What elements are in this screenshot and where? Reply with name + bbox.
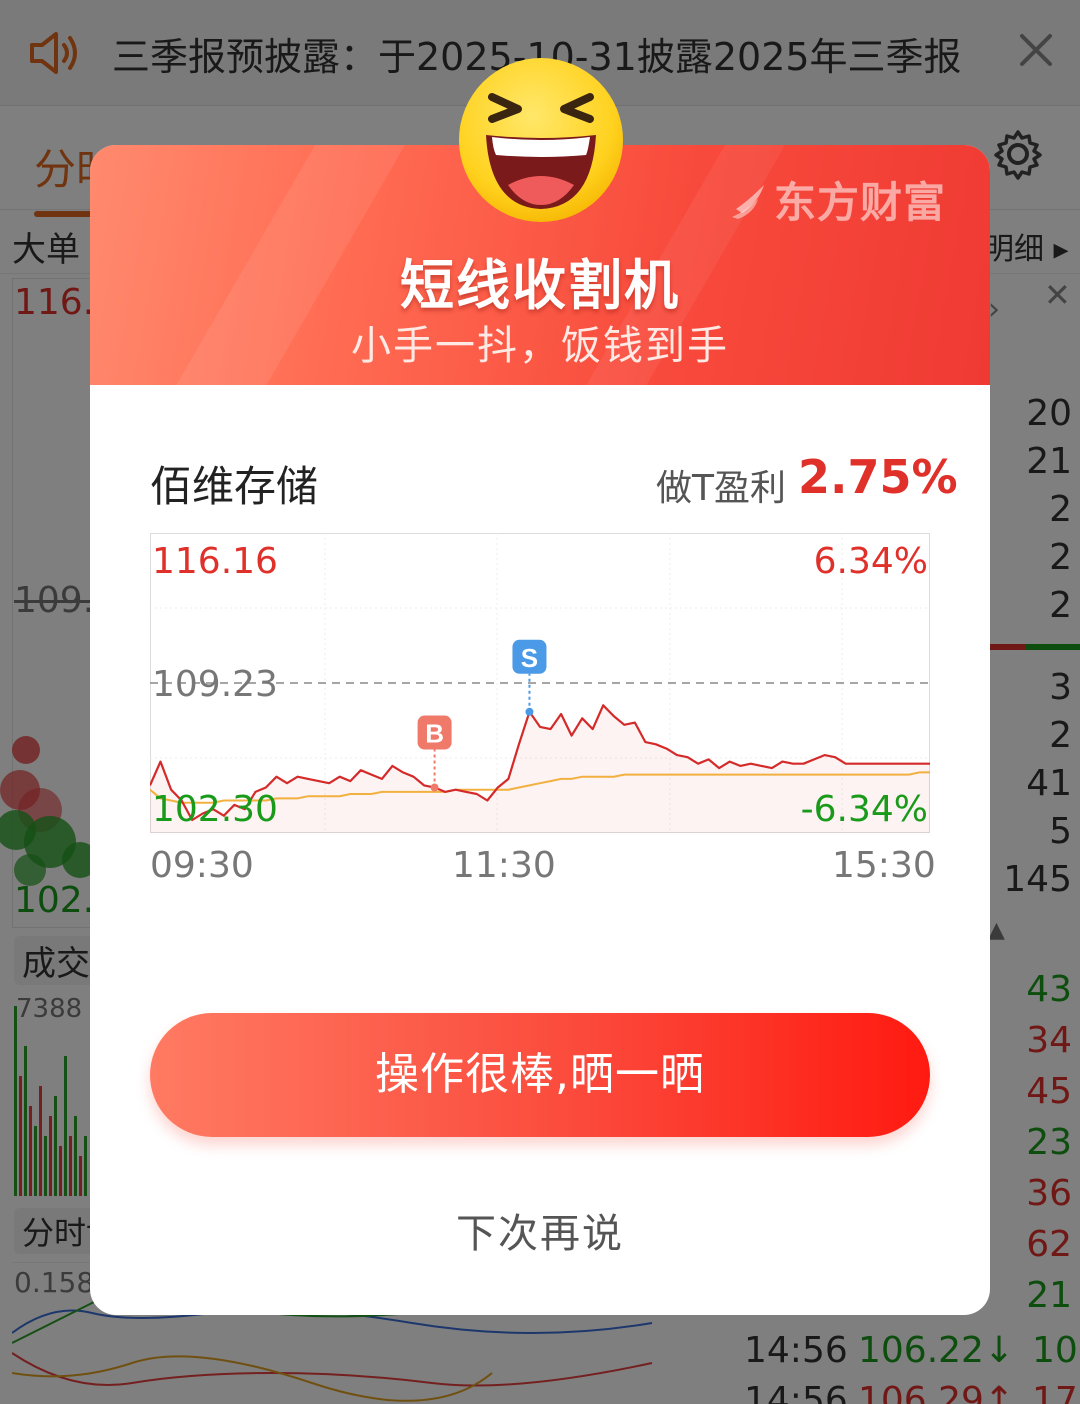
brand-name: 东方财富 [774,178,947,227]
share-button[interactable]: 操作很棒,晒一晒 [150,1013,930,1137]
pct-label-high: 6.34% [814,541,928,582]
y-label-high: 116.16 [152,541,278,582]
brand-mark-icon [732,185,764,219]
profit-value: 2.75% [798,450,958,504]
brand-logo: 东方财富 [730,169,946,230]
buy-marker-label: B [425,719,444,749]
buy-marker-dot [430,783,439,792]
y-label-mid: 109.23 [152,664,278,705]
sell-marker-label: S [521,643,538,673]
laughing-emoji-icon [459,58,623,222]
intraday-chart: B S 116.16 109.23 102.30 6.34% -6.34% [150,533,930,833]
y-label-low: 102.30 [152,789,278,830]
dialog-subtitle: 小手一抖，饭钱到手 [351,323,729,369]
x-label-open: 09:30 [150,845,254,886]
stock-name: 佰维存储 [150,462,319,511]
profit-share-dialog: 东方财富 短线收割机 小手一抖，饭钱到手 佰维存储 做T盈利 2.75% B S 1… [90,145,990,1315]
x-label-close: 15:30 [832,845,936,886]
profit-label: 做T盈利 [656,468,786,509]
pct-label-low: -6.34% [801,789,928,830]
later-link[interactable]: 下次再说 [90,1201,990,1259]
dialog-title: 短线收割机 [400,254,680,317]
x-label-noon: 11:30 [452,845,556,886]
sell-marker-dot [525,707,534,716]
